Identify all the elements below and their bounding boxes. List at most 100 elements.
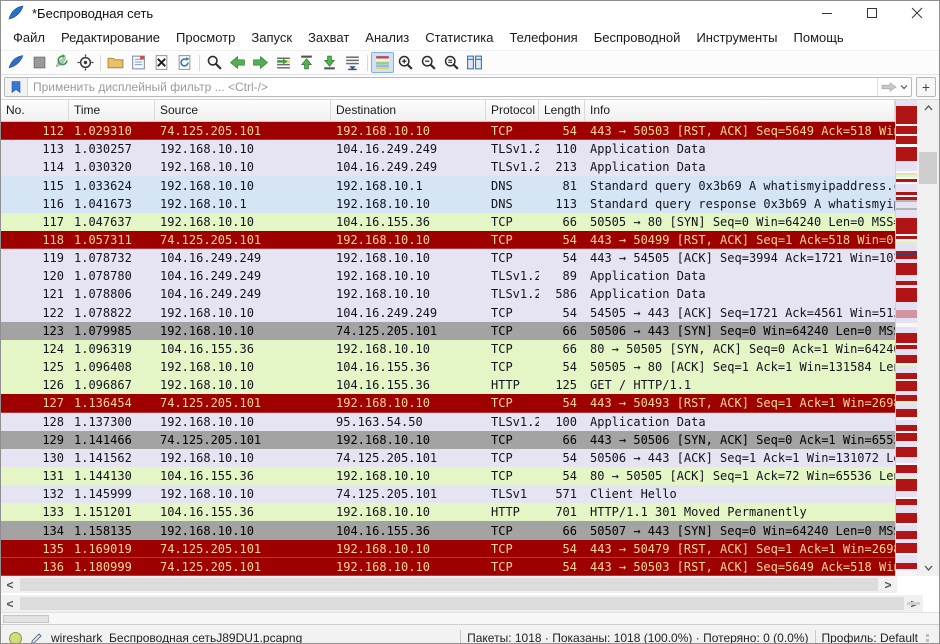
column-header-destination[interactable]: Destination	[331, 100, 486, 121]
zoom-in-icon[interactable]	[394, 52, 417, 73]
table-row[interactable]: 1171.047637192.168.10.10104.16.155.36TCP…	[1, 213, 895, 231]
go-top-icon[interactable]	[295, 52, 318, 73]
cell-proto: TCP	[486, 233, 539, 247]
table-row[interactable]: 1181.05731174.125.205.101192.168.10.10TC…	[1, 231, 895, 249]
restart-capture-icon[interactable]	[51, 52, 74, 73]
column-header-source[interactable]: Source	[155, 100, 331, 121]
minimize-button[interactable]	[804, 1, 849, 25]
zoom-original-icon[interactable]	[440, 52, 463, 73]
table-row[interactable]: 1301.141562192.168.10.1074.125.205.101TC…	[1, 449, 895, 467]
table-row[interactable]: 1351.16901974.125.205.101192.168.10.10TC…	[1, 540, 895, 558]
capture-options-icon[interactable]	[74, 52, 97, 73]
splitter-handle[interactable]	[3, 615, 49, 623]
hscroll-left-arrow-icon[interactable]: <	[1, 576, 19, 593]
table-row[interactable]: 1281.137300192.168.10.1095.163.54.50TLSv…	[1, 413, 895, 431]
column-header-length[interactable]: Length	[539, 100, 585, 121]
hscroll-right-arrow-icon[interactable]: >	[879, 576, 897, 593]
colorize-icon[interactable]	[371, 52, 394, 73]
table-row[interactable]: 1321.145999192.168.10.1074.125.205.101TL…	[1, 485, 895, 503]
start-capture-fin-icon[interactable]	[5, 52, 28, 73]
table-row[interactable]: 1241.096319104.16.155.36192.168.10.10TCP…	[1, 340, 895, 358]
table-row[interactable]: 1251.096408192.168.10.10104.16.155.36TCP…	[1, 358, 895, 376]
packet-table-header: No.TimeSourceDestinationProtocolLengthIn…	[1, 100, 895, 122]
go-forward-icon[interactable]	[249, 52, 272, 73]
table-row[interactable]: 1211.078806104.16.249.249192.168.10.10TL…	[1, 285, 895, 303]
resize-columns-icon[interactable]	[463, 52, 486, 73]
go-bottom-icon[interactable]	[318, 52, 341, 73]
table-row[interactable]: 1151.033624192.168.10.10192.168.10.1DNS8…	[1, 176, 895, 194]
cell-info: Standard query 0x3b69 A whatismyipaddres…	[585, 179, 895, 193]
maximize-button[interactable]	[849, 1, 894, 25]
menu-item-10[interactable]: Инструменты	[688, 27, 785, 48]
hscroll2-left-arrow-icon[interactable]: <	[1, 595, 19, 612]
apply-filter-button[interactable]	[877, 78, 911, 96]
capture-comment-pencil-icon[interactable]	[30, 632, 43, 644]
menu-item-4[interactable]: Запуск	[243, 27, 300, 48]
table-row[interactable]: 1291.14146674.125.205.101192.168.10.10TC…	[1, 431, 895, 449]
table-row[interactable]: 1131.030257192.168.10.10104.16.249.249TL…	[1, 140, 895, 158]
cell-len: 66	[539, 433, 585, 447]
open-file-icon[interactable]	[104, 52, 127, 73]
auto-scroll-icon[interactable]	[341, 52, 364, 73]
secondary-hscrollbar[interactable]: < >	[1, 595, 923, 612]
table-row[interactable]: 1311.144130104.16.155.36192.168.10.10TCP…	[1, 467, 895, 485]
column-header-no[interactable]: No.	[1, 100, 69, 121]
expert-info-icon[interactable]	[9, 632, 22, 644]
cell-no: 136	[1, 560, 69, 574]
scroll-down-arrow-icon[interactable]	[917, 560, 939, 576]
menu-item-6[interactable]: Анализ	[357, 27, 417, 48]
scroll-up-arrow-icon[interactable]	[917, 100, 939, 116]
go-back-icon[interactable]	[226, 52, 249, 73]
cell-len: 54	[539, 451, 585, 465]
close-button[interactable]	[894, 1, 939, 25]
find-packet-icon[interactable]	[203, 52, 226, 73]
table-row[interactable]: 1261.096867192.168.10.10104.16.155.36HTT…	[1, 376, 895, 394]
profile-label[interactable]: Профиль: Default	[822, 631, 919, 644]
menu-item-9[interactable]: Беспроводной	[586, 27, 689, 48]
table-row[interactable]: 1361.18099974.125.205.101192.168.10.10TC…	[1, 558, 895, 576]
table-row[interactable]: 1161.041673192.168.10.1192.168.10.10DNS1…	[1, 195, 895, 213]
minimap-stripe	[896, 447, 917, 457]
resize-grip[interactable]	[926, 634, 929, 642]
filter-bookmark-icon[interactable]	[5, 78, 28, 96]
table-row[interactable]: 1191.078732104.16.249.249192.168.10.10TC…	[1, 249, 895, 267]
packet-list-hscrollbar[interactable]: < >	[1, 576, 897, 593]
table-row[interactable]: 1271.13645474.125.205.101192.168.10.10TC…	[1, 394, 895, 412]
minimap-stripe	[896, 381, 917, 391]
zoom-out-icon[interactable]	[417, 52, 440, 73]
menu-item-1[interactable]: Файл	[5, 27, 53, 48]
column-header-time[interactable]: Time	[69, 100, 155, 121]
save-file-icon[interactable]	[127, 52, 150, 73]
column-header-info[interactable]: Info	[585, 100, 895, 121]
hscroll2-thumb[interactable]	[20, 597, 904, 610]
minimap-stripe	[896, 243, 917, 251]
menu-item-5[interactable]: Захват	[300, 27, 357, 48]
table-row[interactable]: 1341.158135192.168.10.10104.16.155.36TCP…	[1, 521, 895, 539]
intelligent-scrollbar-minimap[interactable]	[895, 100, 917, 576]
go-to-packet-icon[interactable]	[272, 52, 295, 73]
table-row[interactable]: 1231.079985192.168.10.1074.125.205.101TC…	[1, 322, 895, 340]
table-row[interactable]: 1221.078822192.168.10.10104.16.249.249TC…	[1, 304, 895, 322]
menu-item-2[interactable]: Редактирование	[53, 27, 168, 48]
stop-capture-icon[interactable]	[28, 52, 51, 73]
add-filter-button-plus[interactable]: +	[916, 77, 936, 97]
column-header-protocol[interactable]: Protocol	[486, 100, 539, 121]
reload-icon[interactable]	[173, 52, 196, 73]
cell-dst: 192.168.10.10	[331, 251, 486, 265]
hscroll-thumb[interactable]	[20, 578, 878, 591]
table-row[interactable]: 1121.02931074.125.205.101192.168.10.10TC…	[1, 122, 895, 140]
menu-item-3[interactable]: Просмотр	[168, 27, 243, 48]
cell-proto: TCP	[486, 306, 539, 320]
table-row[interactable]: 1141.030320192.168.10.10104.16.249.249TL…	[1, 158, 895, 176]
cell-no: 116	[1, 197, 69, 211]
menu-item-8[interactable]: Телефония	[501, 27, 585, 48]
display-filter-input[interactable]	[28, 80, 877, 94]
table-row[interactable]: 1201.078780104.16.249.249192.168.10.10TL…	[1, 267, 895, 285]
table-row[interactable]: 1331.151201104.16.155.36192.168.10.10HTT…	[1, 503, 895, 521]
vertical-scroll-thumb[interactable]	[919, 152, 937, 184]
pane-splitter[interactable]	[1, 612, 939, 624]
vertical-scrollbar[interactable]	[917, 100, 939, 576]
menu-item-7[interactable]: Статистика	[417, 27, 501, 48]
menu-item-11[interactable]: Помощь	[786, 27, 852, 48]
close-file-icon[interactable]	[150, 52, 173, 73]
